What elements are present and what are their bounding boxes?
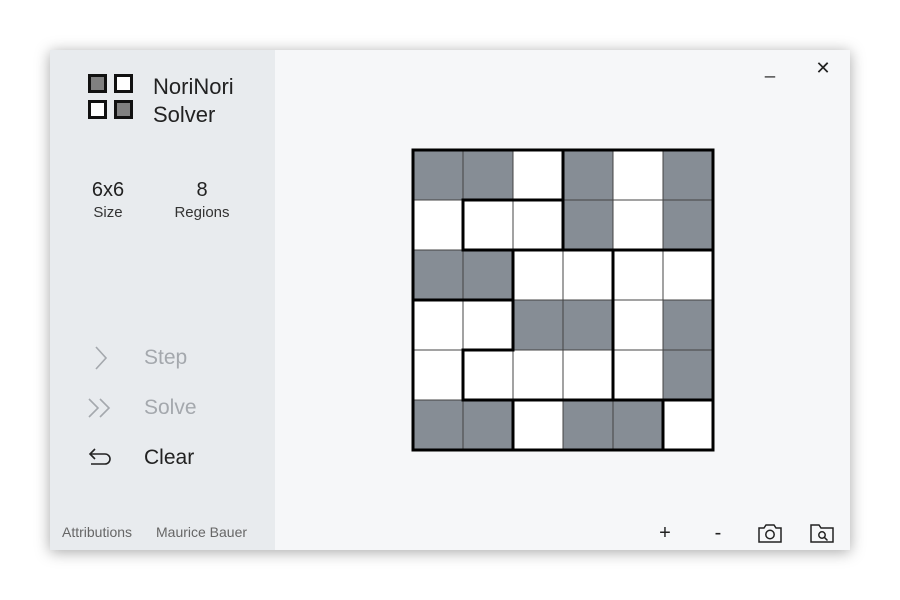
solve-button[interactable]: Solve <box>86 391 256 425</box>
board-cell[interactable] <box>662 249 714 301</box>
regions-value: 8 <box>196 179 208 201</box>
app-window: NoriNori Solver 6x6 Size 8 Regions Step … <box>50 50 850 550</box>
size-value: 6x6 <box>91 179 125 201</box>
board-cell[interactable] <box>562 249 614 301</box>
minimize-button[interactable]: _ <box>755 56 785 80</box>
app-title: NoriNori Solver <box>153 73 234 129</box>
size-label: Size <box>93 204 123 221</box>
board-cell[interactable] <box>462 149 514 201</box>
sidebar: NoriNori Solver 6x6 Size 8 Regions Step … <box>50 50 275 550</box>
regions-stat: 8 Regions <box>162 178 242 224</box>
folder-search-icon[interactable] <box>807 518 837 548</box>
board-cell[interactable] <box>412 349 464 401</box>
step-label: Step <box>144 346 188 369</box>
board-cell[interactable] <box>412 249 464 301</box>
board-cell[interactable] <box>562 149 614 201</box>
board-cell[interactable] <box>562 299 614 351</box>
board-cell[interactable] <box>612 399 664 451</box>
board-cell[interactable] <box>512 249 564 301</box>
app-title-line1: NoriNori <box>153 74 234 99</box>
board-cell[interactable] <box>562 349 614 401</box>
board-cell[interactable] <box>462 249 514 301</box>
double-chevron-right-icon <box>86 393 116 423</box>
board-cell[interactable] <box>662 299 714 351</box>
board-cell[interactable] <box>512 199 564 251</box>
board-grid <box>411 148 715 452</box>
attributions-link[interactable]: Attributions <box>62 524 132 540</box>
undo-arrow-icon <box>86 443 116 473</box>
board-cell[interactable] <box>412 299 464 351</box>
puzzle-board <box>411 148 715 452</box>
board-cell[interactable] <box>412 149 464 201</box>
board-cell[interactable] <box>512 349 564 401</box>
board-cell[interactable] <box>612 149 664 201</box>
camera-icon[interactable] <box>755 518 785 548</box>
clear-button[interactable]: Clear <box>86 441 256 475</box>
board-cell[interactable] <box>512 149 564 201</box>
board-cell[interactable] <box>662 199 714 251</box>
regions-label: Regions <box>174 204 230 221</box>
board-cell[interactable] <box>662 399 714 451</box>
board-cell[interactable] <box>462 199 514 251</box>
board-cell[interactable] <box>412 199 464 251</box>
board-cell[interactable] <box>462 299 514 351</box>
board-cell[interactable] <box>462 399 514 451</box>
board-cell[interactable] <box>462 349 514 401</box>
board-cell[interactable] <box>512 299 564 351</box>
board-cell[interactable] <box>662 349 714 401</box>
grid-logo-icon <box>88 74 140 126</box>
solve-label: Solve <box>144 396 197 419</box>
app-title-line2: Solver <box>153 102 216 127</box>
board-cell[interactable] <box>612 249 664 301</box>
board-cell[interactable] <box>562 199 614 251</box>
clear-label: Clear <box>144 446 195 469</box>
close-button[interactable]: ✕ <box>808 56 838 80</box>
board-cell[interactable] <box>612 349 664 401</box>
zoom-out-button[interactable]: - <box>703 518 733 548</box>
main-area: _ ✕ + - <box>275 50 850 550</box>
chevron-right-icon <box>86 343 116 373</box>
board-cell[interactable] <box>662 149 714 201</box>
author-link[interactable]: Maurice Bauer <box>156 524 247 540</box>
board-cell[interactable] <box>512 399 564 451</box>
board-cell[interactable] <box>562 399 614 451</box>
board-cell[interactable] <box>612 299 664 351</box>
board-cell[interactable] <box>612 199 664 251</box>
board-cell[interactable] <box>412 399 464 451</box>
size-stat: 6x6 Size <box>83 178 133 224</box>
step-button[interactable]: Step <box>86 341 256 375</box>
zoom-in-button[interactable]: + <box>650 518 680 548</box>
